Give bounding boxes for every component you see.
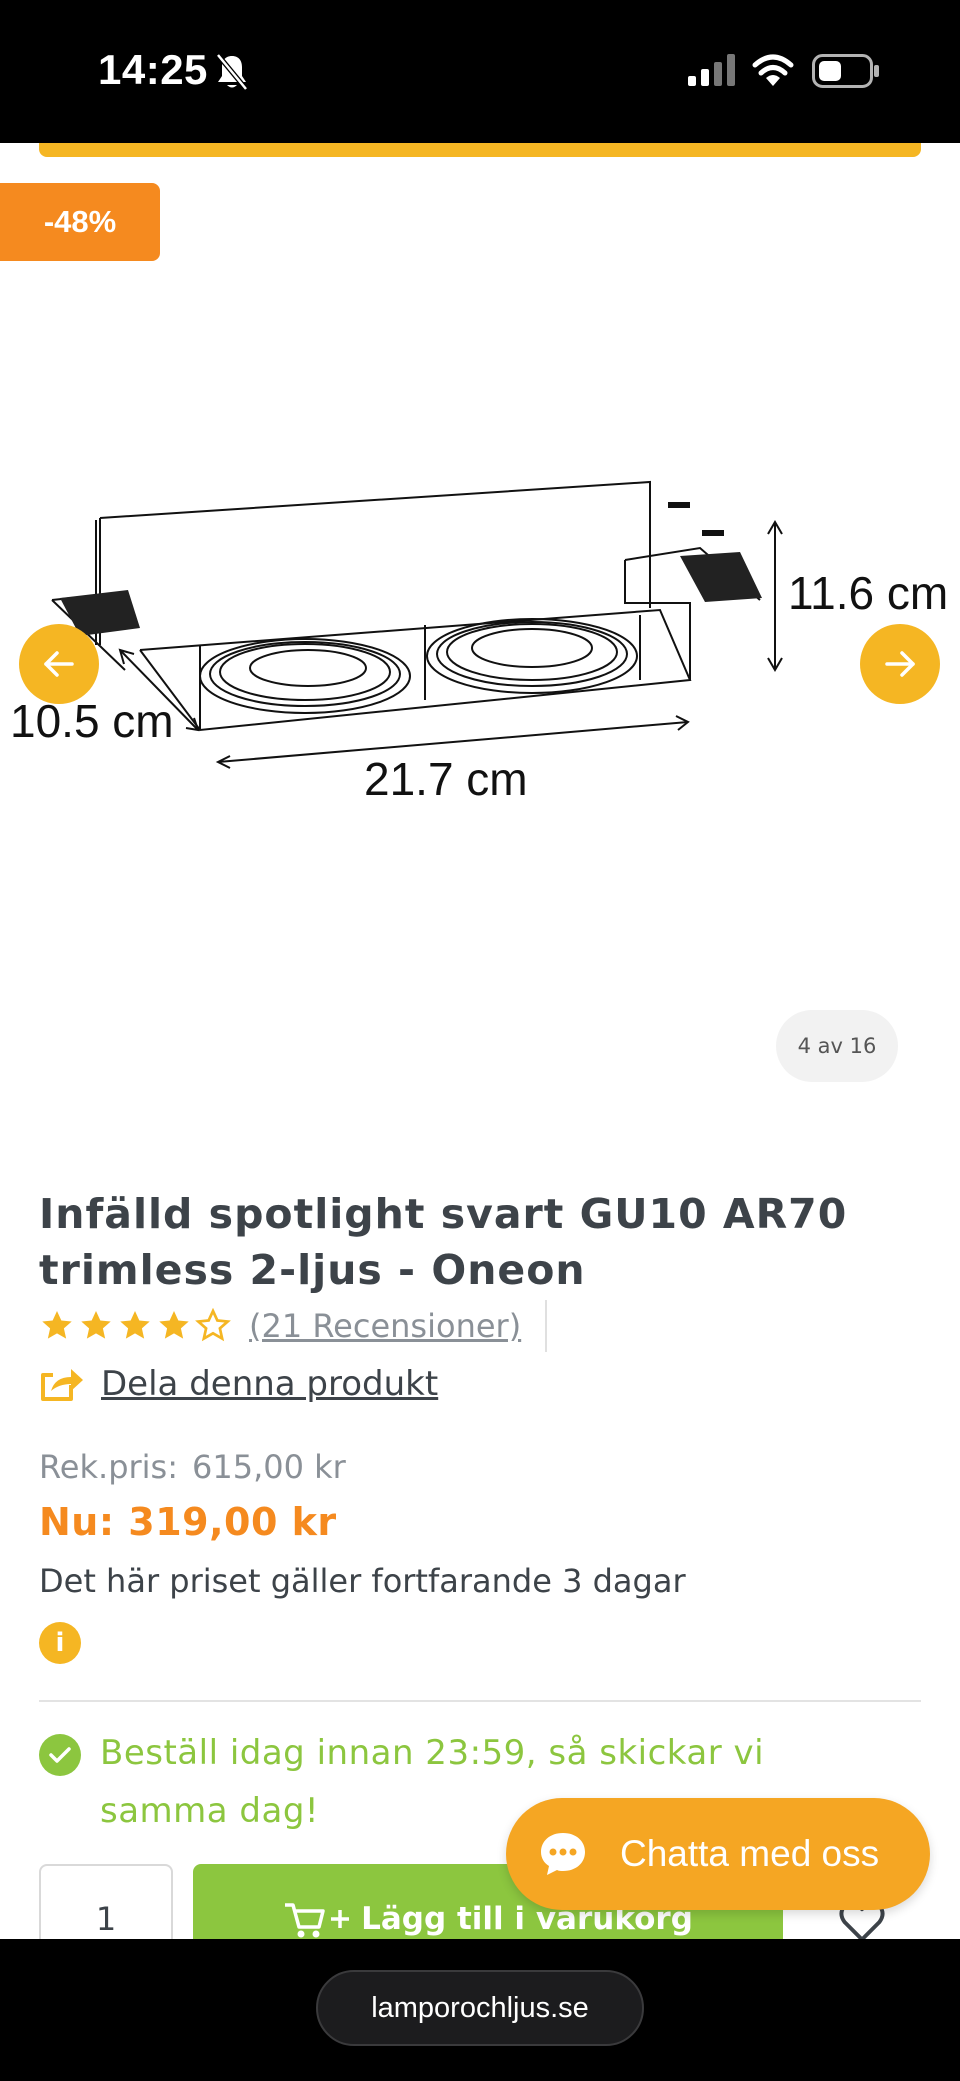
bell-slash-icon	[215, 52, 249, 96]
rating-row: (21 Recensioner)	[39, 1300, 548, 1352]
chat-label: Chatta med oss	[620, 1833, 880, 1874]
discount-badge: -48%	[0, 183, 160, 261]
signal-icon	[688, 54, 736, 90]
previous-image-button[interactable]	[19, 624, 99, 704]
arrow-right-icon	[885, 651, 915, 677]
product-title: Infälld spotlight svart GU10 AR70 trimle…	[39, 1190, 848, 1294]
star-full-icon	[81, 1311, 111, 1339]
dimension-width-label: 21.7 cm	[364, 753, 528, 805]
section-divider	[39, 1700, 921, 1702]
recommended-price-label: Rek.pris:	[39, 1448, 178, 1486]
dimension-height-label: 11.6 cm	[788, 567, 949, 619]
star-full-icon	[42, 1311, 72, 1339]
reviews-link[interactable]: (21 Recensioner)	[249, 1307, 521, 1345]
share-product-link[interactable]: Dela denna produkt	[39, 1360, 438, 1408]
rating-divider	[545, 1300, 548, 1352]
wifi-icon	[752, 52, 794, 90]
arrow-left-icon	[44, 651, 74, 677]
chat-bubble-icon	[536, 1827, 590, 1881]
battery-icon	[812, 54, 880, 92]
cart-plus-icon	[283, 1899, 353, 1939]
current-price: Nu: 319,00 kr	[39, 1500, 337, 1544]
address-bar[interactable]: lamporochljus.se	[316, 1970, 644, 2046]
dimension-depth-label: 10.5 cm	[10, 695, 174, 747]
header-accent-strip	[39, 143, 921, 157]
star-outline-icon	[195, 1308, 231, 1342]
image-counter: 4 av 16	[776, 1010, 898, 1082]
recommended-price: Rek.pris: 615,00 kr	[39, 1448, 346, 1486]
star-full-icon	[120, 1311, 150, 1339]
status-time: 14:25	[98, 46, 208, 93]
price-validity-note: Det här priset gäller fortfarande 3 daga…	[39, 1562, 686, 1600]
info-icon[interactable]: i	[39, 1622, 81, 1664]
recommended-price-value: 615,00 kr	[192, 1448, 346, 1486]
share-icon	[41, 1369, 83, 1401]
rating-stars	[39, 1308, 231, 1344]
star-full-icon	[159, 1311, 189, 1339]
chat-button[interactable]: Chatta med oss	[506, 1798, 930, 1910]
status-bar: 14:25	[0, 0, 960, 143]
share-label: Dela denna produkt	[101, 1364, 439, 1404]
check-icon	[39, 1734, 81, 1776]
next-image-button[interactable]	[860, 624, 940, 704]
